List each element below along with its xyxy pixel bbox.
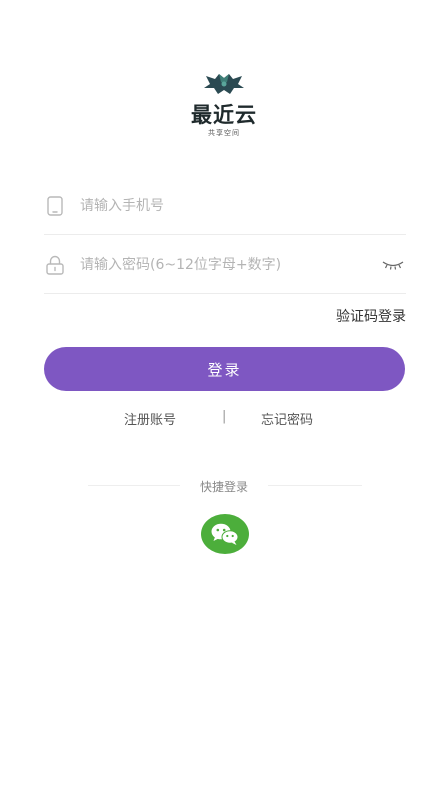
register-link[interactable]: 注册账号 [124, 409, 176, 428]
phone-icon [44, 195, 66, 217]
forgot-password-link[interactable]: 忘记密码 [261, 409, 313, 428]
quick-login-label: 快捷登录 [199, 480, 248, 494]
account-links: 注册账号 | 忘记密码 [0, 409, 448, 429]
eye-closed-icon[interactable] [380, 255, 406, 275]
phone-field [44, 177, 406, 235]
wechat-icon [211, 523, 239, 545]
links-separator: | [222, 409, 227, 424]
password-field [44, 236, 406, 294]
phone-input[interactable] [80, 185, 406, 226]
brand-name: 最近云 [191, 103, 257, 127]
sms-login-link[interactable]: 验证码登录 [336, 306, 406, 326]
brand-tagline: 共享空间 [208, 129, 240, 137]
app-logo: 最近云 共享空间 [0, 70, 448, 138]
lock-icon [44, 254, 66, 276]
divider-line-right [268, 485, 362, 486]
login-button[interactable]: 登录 [44, 347, 405, 391]
logo-bat-icon [204, 74, 244, 94]
password-input[interactable] [80, 244, 380, 285]
quick-login-divider: 快捷登录 [0, 478, 448, 494]
wechat-login-button[interactable] [201, 514, 249, 554]
